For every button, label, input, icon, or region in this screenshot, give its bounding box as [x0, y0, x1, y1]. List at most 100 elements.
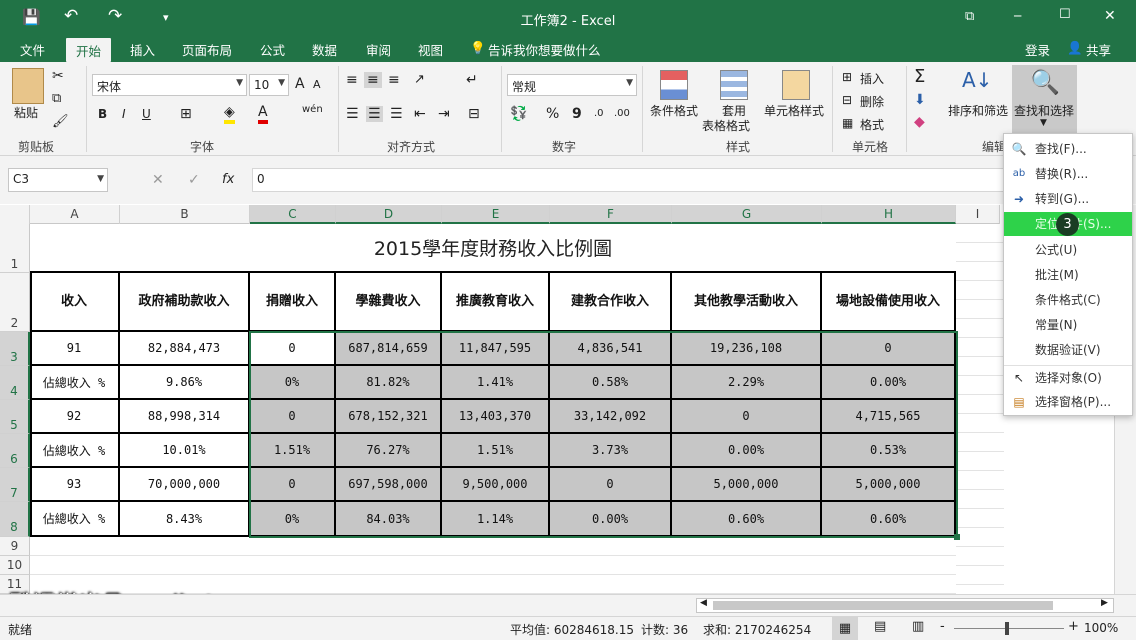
row-header[interactable]: 7 — [0, 468, 30, 502]
table-header-cell[interactable]: 建教合作收入 — [550, 273, 672, 332]
table-header-cell[interactable]: 場地設備使用收入 — [822, 273, 956, 332]
column-header[interactable]: C — [250, 205, 336, 224]
table-cell[interactable]: 1.14% — [442, 502, 550, 537]
currency-icon[interactable]: 💱 — [510, 106, 527, 122]
table-cell[interactable]: 0 — [550, 468, 672, 502]
table-cell[interactable]: 5,000,000 — [672, 468, 822, 502]
merge-center-icon[interactable]: ⊟ — [468, 106, 480, 122]
table-cell[interactable]: 0.58% — [550, 366, 672, 400]
table-cell[interactable]: 678,152,321 — [336, 400, 442, 434]
menu-item-goto-special[interactable]: 定位条件(S)...3 — [1004, 212, 1132, 236]
table-cell[interactable]: 81.82% — [336, 366, 442, 400]
align-center-icon[interactable]: ☰ — [366, 106, 383, 122]
bold-button[interactable]: B — [98, 107, 107, 121]
page-break-view-icon[interactable]: ▥ — [912, 619, 924, 634]
align-top-icon[interactable]: ≡ — [346, 72, 358, 88]
table-cell[interactable]: 33,142,092 — [550, 400, 672, 434]
table-cell[interactable]: 92 — [30, 400, 120, 434]
row-header[interactable]: 6 — [0, 434, 30, 468]
menu-item-formulas[interactable]: 公式(U) — [1004, 238, 1132, 262]
column-header[interactable]: I — [956, 205, 1000, 224]
tab-home[interactable]: 开始 — [66, 38, 112, 62]
table-cell[interactable]: 8.43% — [120, 502, 250, 537]
table-header-cell[interactable]: 政府補助款收入 — [120, 273, 250, 332]
table-cell[interactable]: 9.86% — [120, 366, 250, 400]
table-cell[interactable]: 13,403,370 — [442, 400, 550, 434]
conditional-format-icon[interactable] — [660, 70, 688, 100]
row-header[interactable]: 5 — [0, 400, 30, 434]
increase-indent-icon[interactable]: ⇥ — [438, 106, 450, 122]
increase-font-icon[interactable]: A — [295, 76, 305, 92]
zoom-slider[interactable] — [954, 628, 1064, 629]
table-header-cell[interactable]: 推廣教育收入 — [442, 273, 550, 332]
table-cell[interactable]: 0.60% — [822, 502, 956, 537]
decrease-indent-icon[interactable]: ⇤ — [414, 106, 426, 122]
close-icon[interactable]: ✕ — [1104, 8, 1116, 24]
formula-input[interactable]: 0 — [252, 168, 1004, 192]
enter-icon[interactable]: ✓ — [188, 172, 200, 188]
menu-item-select-objects[interactable]: ↖ 选择对象(O) — [1004, 365, 1132, 389]
empty-cells[interactable] — [956, 224, 1004, 594]
tab-formulas[interactable]: 公式 — [260, 40, 285, 59]
row-header[interactable]: 2 — [0, 273, 30, 332]
table-cell[interactable]: 4,715,565 — [822, 400, 956, 434]
table-cell[interactable]: 1.51% — [250, 434, 336, 468]
table-cell[interactable]: 0 — [250, 400, 336, 434]
table-format-button[interactable]: 表格格式 — [702, 117, 750, 134]
table-cell[interactable]: 82,884,473 — [120, 332, 250, 366]
cut-icon[interactable]: ✂ — [52, 68, 64, 84]
menu-item-replace[interactable]: ab 替换(R)... — [1004, 162, 1132, 186]
share-button[interactable]: 共享 — [1086, 40, 1111, 59]
table-cell[interactable]: 4,836,541 — [550, 332, 672, 366]
table-cell[interactable]: 0 — [672, 400, 822, 434]
table-cell[interactable]: 10.01% — [120, 434, 250, 468]
select-all-corner[interactable] — [0, 205, 30, 224]
table-cell[interactable]: 5,000,000 — [822, 468, 956, 502]
tab-page-layout[interactable]: 页面布局 — [182, 40, 232, 59]
fill-color-icon[interactable]: ◈ — [224, 104, 235, 124]
login-link[interactable]: 登录 — [1025, 40, 1050, 59]
row-header[interactable]: 4 — [0, 366, 30, 400]
format-painter-icon[interactable]: 🖌 — [52, 114, 69, 129]
normal-view-icon[interactable]: ▦ — [832, 617, 858, 640]
table-cell[interactable]: 0.00% — [822, 366, 956, 400]
table-cell[interactable]: 1.41% — [442, 366, 550, 400]
insert-cells-icon[interactable]: ⊞ — [842, 70, 852, 84]
percent-button[interactable]: % — [546, 106, 559, 122]
menu-item-constants[interactable]: 常量(N) — [1004, 313, 1132, 337]
column-header[interactable]: H — [822, 205, 956, 224]
scrollbar-thumb[interactable] — [713, 601, 1053, 610]
fill-handle[interactable] — [954, 534, 960, 540]
table-cell[interactable]: 3.73% — [550, 434, 672, 468]
table-cell[interactable]: 84.03% — [336, 502, 442, 537]
number-format-select[interactable]: 常规 ▼ — [507, 74, 637, 96]
font-color-icon[interactable]: A — [258, 104, 268, 124]
table-header-cell[interactable]: 學雜費收入 — [336, 273, 442, 332]
zoom-in-button[interactable]: + — [1068, 619, 1079, 634]
page-layout-view-icon[interactable]: ▤ — [874, 619, 886, 634]
menu-item-goto[interactable]: ➜ 转到(G)... — [1004, 187, 1132, 211]
column-header[interactable]: E — [442, 205, 550, 224]
row-header[interactable]: 10 — [0, 556, 30, 575]
sort-filter-icon[interactable]: A↓ — [962, 68, 992, 92]
column-header[interactable]: D — [336, 205, 442, 224]
table-cell[interactable]: 88,998,314 — [120, 400, 250, 434]
table-cell[interactable]: 0 — [250, 468, 336, 502]
table-cell[interactable]: 9,500,000 — [442, 468, 550, 502]
format-cells-icon[interactable]: ▦ — [842, 116, 853, 130]
tell-me-search[interactable]: 告诉我你想要做什么 — [488, 40, 601, 59]
ribbon-display-icon[interactable]: ⧉ — [965, 9, 974, 24]
table-header-cell[interactable]: 收入 — [30, 273, 120, 332]
zoom-level[interactable]: 100% — [1084, 621, 1118, 635]
table-cell[interactable]: 1.51% — [442, 434, 550, 468]
paste-button[interactable]: 粘贴 — [14, 104, 38, 121]
horizontal-scrollbar[interactable]: ◀ ▶ — [696, 598, 1114, 613]
conditional-format-button[interactable]: 条件格式 — [650, 102, 698, 119]
column-header[interactable]: F — [550, 205, 672, 224]
table-cell[interactable]: 70,000,000 — [120, 468, 250, 502]
cancel-icon[interactable]: ✕ — [152, 172, 164, 188]
find-select-icon[interactable]: 🔍 — [1030, 68, 1060, 96]
table-cell[interactable]: 0 — [822, 332, 956, 366]
table-cell[interactable]: 2.29% — [672, 366, 822, 400]
delete-cells-icon[interactable]: ⊟ — [842, 93, 852, 107]
